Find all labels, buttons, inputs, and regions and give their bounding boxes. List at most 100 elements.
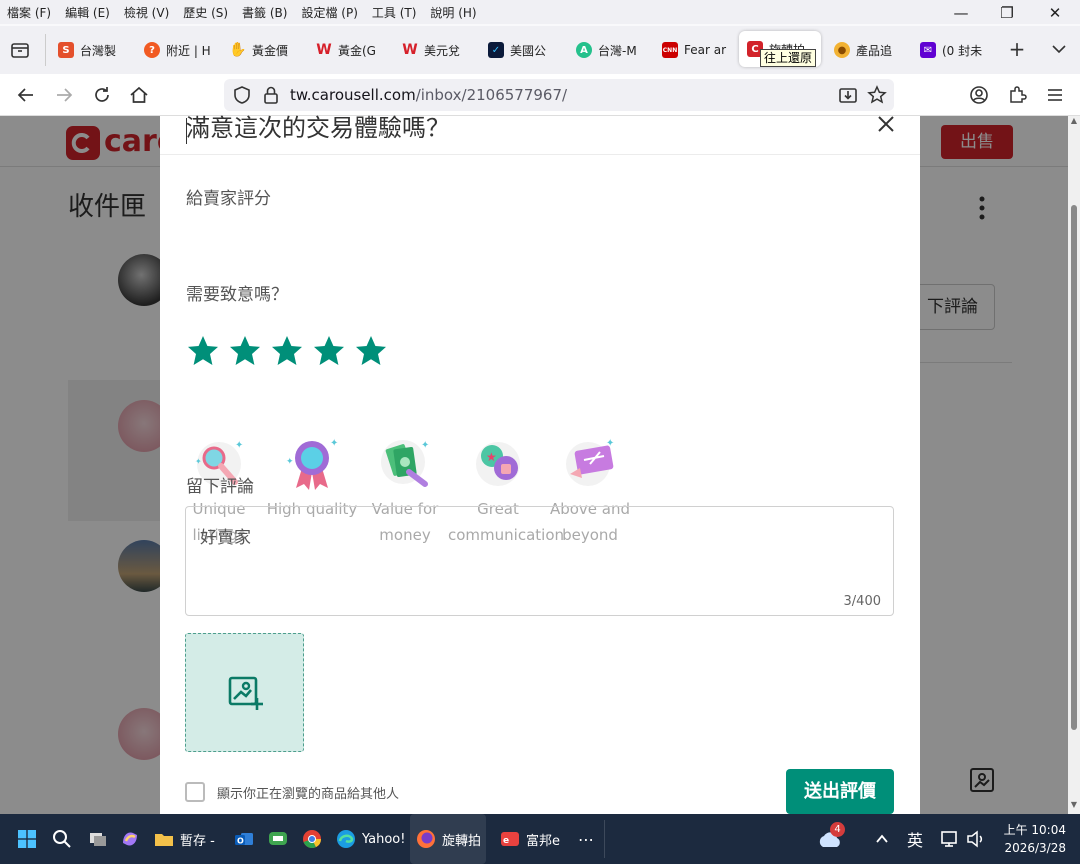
comment-text: 好賣家 (200, 528, 251, 548)
menu-help[interactable]: 說明 (H) (423, 4, 483, 21)
add-photo-button[interactable] (185, 633, 304, 752)
task-view-icon[interactable] (88, 814, 108, 864)
menu-history[interactable]: 歷史 (S) (176, 4, 235, 21)
modal-title: 滿意這次的交易體驗嗎？ (186, 114, 450, 142)
rate-seller-label: 給賣家評分 (186, 189, 271, 209)
scroll-up-arrow-icon[interactable]: ▲ (1068, 116, 1080, 128)
taskbar-label: 暫存 - (180, 833, 215, 849)
chevron-down-icon[interactable] (1048, 38, 1070, 60)
svg-text:✦: ✦ (330, 438, 338, 449)
clock[interactable]: 上午 10:04 2026/3/28 (998, 821, 1066, 857)
hand-icon: ✋ (230, 42, 247, 58)
star-icon[interactable] (270, 334, 304, 368)
menu-file[interactable]: 檔案 (F) (0, 4, 58, 21)
url-bar[interactable]: tw.carousell.com/inbox/2106577967/ (224, 79, 894, 111)
account-icon[interactable] (967, 83, 991, 107)
tab-11[interactable]: ✉ (0 封未 (920, 32, 986, 68)
forward-arrow-icon[interactable] (52, 83, 76, 107)
ribbon-badge-icon: ✦ ✦ (282, 434, 342, 490)
tab-8[interactable]: CNN Fear ar (662, 32, 728, 68)
tab-label: 附近 | H (166, 43, 210, 58)
menu-profiles[interactable]: 設定檔 (P) (294, 4, 364, 21)
svg-text:✦: ✦ (286, 457, 294, 467)
tab-overview-icon[interactable] (10, 40, 30, 60)
tab-label: (0 封未 (942, 43, 983, 58)
comment-textarea[interactable]: 好賣家 3/400 (185, 506, 894, 616)
star-icon[interactable] (228, 334, 262, 368)
speaker-icon[interactable] (966, 814, 986, 864)
menu-bookmarks[interactable]: 書籤 (B) (235, 4, 294, 21)
compliment-label: 需要致意嗎？ (186, 285, 288, 305)
taskbar-label: Yahoo! (362, 831, 406, 847)
search-icon[interactable] (52, 814, 72, 864)
ticket-icon: ✦ (560, 434, 620, 490)
weather-badge: 4 (830, 822, 845, 837)
mail-icon: ✉ (920, 42, 936, 58)
svg-text:✦: ✦ (421, 440, 429, 451)
minimize-button[interactable]: — (938, 0, 984, 26)
shield-icon[interactable] (232, 85, 252, 105)
tab-favicon: ? (144, 42, 160, 58)
restore-button[interactable]: ❐ (984, 0, 1030, 26)
taskbar-explorer[interactable]: 暫存 - (154, 814, 215, 864)
close-icon[interactable] (874, 112, 898, 136)
char-counter: 3/400 (843, 594, 881, 609)
tab-3[interactable]: ✋ 黃金價 (230, 32, 298, 68)
cnn-icon: CNN (662, 42, 678, 58)
scroll-down-arrow-icon[interactable]: ▼ (1068, 800, 1080, 812)
bookmark-star-icon[interactable] (867, 85, 887, 105)
ime-indicator[interactable]: 英 (907, 814, 923, 864)
chevron-up-icon[interactable] (874, 814, 890, 864)
clock-date: 2026/3/28 (1004, 841, 1066, 855)
hamburger-menu-icon[interactable] (1043, 83, 1067, 107)
svg-text:O: O (237, 837, 244, 846)
taskbar-firefox-active[interactable]: 旋轉拍 (410, 814, 486, 864)
shopee-icon: S (58, 42, 74, 58)
star-icon[interactable] (186, 334, 220, 368)
modal-header-divider (160, 154, 920, 155)
back-arrow-icon[interactable] (14, 83, 38, 107)
outlook-icon[interactable]: O (234, 814, 254, 864)
taskbar-label: 旋轉拍 (442, 833, 482, 849)
copilot-icon[interactable] (120, 814, 140, 864)
tab-5[interactable]: W 美元兌 (402, 32, 468, 68)
tab-label: 美國公 (510, 43, 547, 58)
chrome-icon[interactable] (302, 814, 322, 864)
w-logo-icon: W (316, 42, 332, 58)
show-listing-checkbox[interactable] (185, 782, 205, 802)
chat-thumbs-up-icon: ★ (468, 434, 528, 490)
menu-tools[interactable]: 工具 (T) (365, 4, 424, 21)
taskbar-fubon[interactable]: e 富邦e (500, 814, 560, 864)
comment-label: 留下評論 (186, 477, 254, 497)
tab-1[interactable]: S 台灣製 (58, 32, 124, 68)
tab-7[interactable]: A 台灣-M (576, 32, 642, 68)
install-app-icon[interactable] (838, 85, 858, 105)
tab-6[interactable]: ✓ 美國公 (488, 32, 554, 68)
network-icon[interactable] (940, 814, 960, 864)
windows-start-icon[interactable] (17, 814, 37, 864)
lock-icon[interactable] (262, 85, 280, 105)
more-overflow-icon[interactable]: ⋯ (578, 814, 594, 864)
tab-favicon: ● (834, 42, 850, 58)
submit-review-button[interactable]: 送出評價 (786, 769, 894, 814)
line-chat-icon[interactable] (268, 814, 288, 864)
tab-10[interactable]: ● 產品追 (834, 32, 900, 68)
menu-edit[interactable]: 編輯 (E) (58, 4, 117, 21)
w-logo-icon: W (402, 42, 418, 58)
menu-view[interactable]: 檢視 (V) (117, 4, 176, 21)
url-text[interactable]: tw.carousell.com/inbox/2106577967/ (290, 86, 567, 104)
home-icon[interactable] (127, 83, 151, 107)
close-window-button[interactable]: ✕ (1032, 0, 1078, 26)
taskbar-edge[interactable]: Yahoo! (336, 814, 405, 864)
tab-4[interactable]: W 黃金(G (316, 32, 382, 68)
reload-icon[interactable] (90, 83, 114, 107)
star-icon[interactable] (354, 334, 388, 368)
folder-icon (155, 834, 173, 846)
scrollbar-thumb[interactable] (1071, 205, 1077, 730)
tab-label: 台灣製 (80, 43, 117, 58)
clock-time: 上午 10:04 (1003, 823, 1066, 837)
star-icon[interactable] (312, 334, 346, 368)
extensions-icon[interactable] (1005, 83, 1029, 107)
tab-2[interactable]: ? 附近 | H (144, 32, 210, 68)
new-tab-plus-icon[interactable]: + (1006, 38, 1028, 60)
